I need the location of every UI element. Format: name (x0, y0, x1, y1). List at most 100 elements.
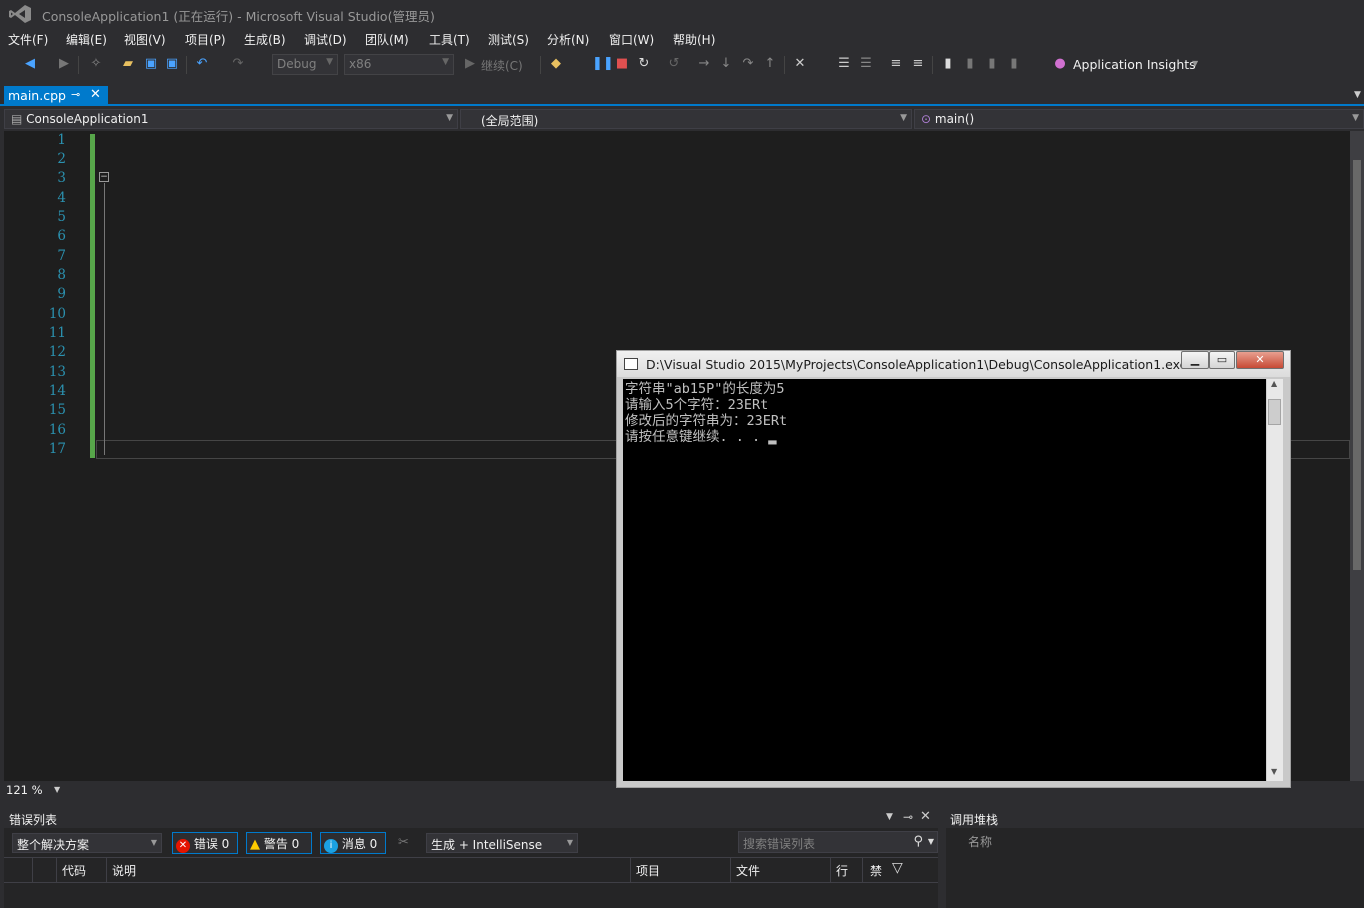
step-up-icon[interactable]: ↑ (762, 56, 778, 72)
column-header-description[interactable]: 说明 (112, 862, 136, 879)
console-line: 字符串"ab15P"的长度为5 (625, 381, 785, 397)
forward-icon[interactable]: ▶ (56, 56, 72, 72)
break-all-icon[interactable]: ❚❚ (592, 56, 614, 72)
pin-icon[interactable]: ⊸ (71, 88, 80, 101)
error-list-header-row (4, 857, 938, 883)
console-app-icon (624, 358, 638, 370)
outline-guide (104, 183, 105, 455)
step-out-icon[interactable]: ↷ (740, 56, 756, 72)
chevron-down-icon[interactable]: ▼ (928, 837, 934, 846)
column-header-project[interactable]: 项目 (636, 862, 660, 879)
undo-icon[interactable]: ↶ (194, 56, 210, 72)
comment-icon[interactable]: ≡ (888, 56, 904, 72)
open-file-icon[interactable]: ▰ (120, 56, 136, 72)
menu-window[interactable]: 窗口(W) (609, 31, 654, 48)
console-line: 请输入5个字符：23ERt (625, 397, 769, 413)
back-icon[interactable]: ◀ (22, 56, 38, 72)
show-next-statement-icon[interactable]: ↺ (666, 56, 682, 72)
solution-platform-combo[interactable]: x86 ▼ (344, 54, 454, 75)
close-icon[interactable]: ✕ (90, 87, 101, 102)
next-bookmark-icon[interactable]: ▮ (984, 56, 1000, 72)
search-icon[interactable]: ⚲ (913, 834, 923, 849)
menu-tools[interactable]: 工具(T) (429, 31, 470, 48)
errors-filter-button[interactable]: ✕ 错误 0 (172, 832, 238, 854)
column-header-suppression[interactable]: 禁 (870, 862, 882, 879)
scroll-down-icon[interactable]: ▼ (1271, 767, 1277, 776)
close-button[interactable]: ✕ (1236, 351, 1284, 369)
scope-combo[interactable]: (全局范围) ▼ (460, 109, 912, 129)
build-filter-combo[interactable]: 生成 + IntelliSense ▼ (426, 833, 578, 853)
pin-icon[interactable]: ⊸ (903, 810, 913, 824)
column-header-line[interactable]: 行 (836, 862, 848, 879)
process-icon[interactable]: ◆ (548, 56, 564, 72)
hex-display-icon[interactable]: ✕ (792, 56, 808, 72)
zoom-level-combo[interactable]: 121 % ▼ (6, 783, 64, 799)
prev-bookmark-icon[interactable]: ▮ (962, 56, 978, 72)
stop-debugging-icon[interactable]: ■ (614, 56, 630, 72)
menu-debug[interactable]: 调试(D) (304, 31, 347, 48)
minimize-button[interactable]: ▁ (1181, 351, 1209, 369)
bookmark-icon[interactable]: ▮ (940, 56, 956, 72)
member-combo[interactable]: ⊙ main() ▼ (914, 109, 1364, 129)
collapse-icon[interactable]: − (99, 172, 109, 182)
scrollbar-thumb[interactable] (1353, 160, 1361, 570)
menu-test[interactable]: 测试(S) (488, 31, 529, 48)
menu-file[interactable]: 文件(F) (8, 31, 48, 48)
member-name: main() (934, 112, 975, 126)
solution-config-combo[interactable]: Debug ▼ (272, 54, 338, 75)
scope-filter-combo[interactable]: 整个解决方案 ▼ (12, 833, 162, 853)
menu-build[interactable]: 生成(B) (244, 31, 286, 48)
messages-filter-button[interactable]: i 消息 0 (320, 832, 386, 854)
continue-button-label[interactable]: 继续(C) (481, 57, 523, 74)
filter-icon[interactable]: ▽ (892, 860, 903, 876)
scroll-up-icon[interactable]: ▲ (1271, 379, 1277, 388)
maximize-button[interactable]: ▭ (1209, 351, 1235, 369)
line-number: 12 (48, 344, 66, 360)
menu-project[interactable]: 项目(P) (185, 31, 226, 48)
uncomment-icon[interactable]: ≡ (910, 56, 926, 72)
error-search-input[interactable]: 搜索错误列表 ⚲ ▼ (738, 831, 938, 853)
column-header-file[interactable]: 文件 (736, 862, 760, 879)
redo-icon[interactable]: ↷ (230, 56, 246, 72)
call-stack-title: 调用堆栈 (950, 813, 999, 827)
method-icon: ⊙ (921, 112, 935, 126)
chevron-down-icon[interactable]: ▼ (886, 812, 893, 822)
menu-edit[interactable]: 编辑(E) (66, 31, 107, 48)
align-right-icon[interactable]: ☰ (858, 56, 874, 72)
step-into-icon[interactable]: → (696, 56, 712, 72)
new-project-icon[interactable]: ✧ (88, 56, 104, 72)
error-list-title-bar (4, 808, 938, 828)
save-all-icon[interactable]: ▣ (164, 56, 180, 72)
line-number: 2 (57, 151, 66, 167)
column-header-name[interactable]: 名称 (968, 833, 992, 850)
menu-team[interactable]: 团队(M) (365, 31, 409, 48)
continue-icon[interactable]: ▶ (462, 56, 478, 72)
step-over-icon[interactable]: ↓ (718, 56, 734, 72)
restart-icon[interactable]: ↻ (636, 56, 652, 72)
document-tab-strip (0, 82, 1364, 106)
project-combo[interactable]: ▤ ConsoleApplication1 ▼ (4, 109, 458, 129)
tab-overflow-icon[interactable]: ▼ (1354, 90, 1361, 100)
application-insights-button[interactable]: Application Insights (1073, 57, 1196, 72)
console-title: D:\Visual Studio 2015\MyProjects\Console… (646, 357, 1188, 372)
lightbulb-icon[interactable]: ● (1052, 56, 1068, 72)
menu-help[interactable]: 帮助(H) (673, 31, 715, 48)
filter-toggle-icon[interactable]: ✂ (398, 835, 409, 850)
console-scrollbar[interactable]: ▲ ▼ (1266, 379, 1283, 781)
menu-analyze[interactable]: 分析(N) (547, 31, 589, 48)
line-number: 5 (57, 209, 66, 225)
clear-bookmarks-icon[interactable]: ▮ (1006, 56, 1022, 72)
save-icon[interactable]: ▣ (143, 56, 159, 72)
close-icon[interactable]: ✕ (920, 809, 931, 824)
warnings-filter-button[interactable]: ▲ 警告 0 (246, 832, 312, 854)
tab-label: main.cpp (8, 88, 66, 103)
tab-main-cpp[interactable]: main.cpp ⊸ ✕ (4, 86, 108, 106)
chevron-down-icon: ▼ (1352, 113, 1359, 123)
scrollbar-thumb[interactable] (1268, 399, 1281, 425)
chevron-down-icon: ▼ (54, 785, 61, 794)
column-header-code[interactable]: 代码 (62, 862, 86, 879)
chevron-down-icon[interactable]: ▼ (1192, 59, 1198, 68)
window-title: ConsoleApplication1 (正在运行) - Microsoft V… (42, 9, 435, 24)
align-left-icon[interactable]: ☰ (836, 56, 852, 72)
menu-view[interactable]: 视图(V) (124, 31, 166, 48)
